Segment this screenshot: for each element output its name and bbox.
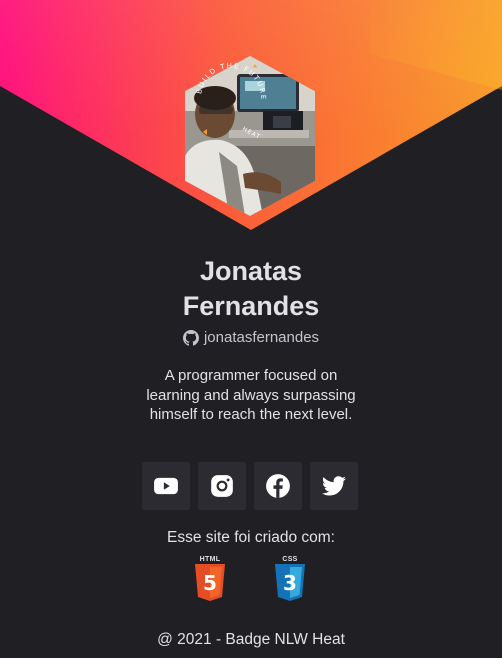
badge-ring-text: BUILD THE FUTURE (195, 62, 265, 101)
css3-number: 3 (283, 571, 297, 595)
username-text: jonatasfernandes (203, 329, 320, 346)
built-with-label: Esse site foi criado com: (167, 529, 335, 546)
instagram-button[interactable] (198, 462, 246, 510)
svg-text:BUILD THE FUTURE: BUILD THE FUTURE (195, 62, 267, 101)
badge-page: BUILD THE FUTURE HEAT Jonatas Fernandes … (0, 0, 502, 658)
github-icon (182, 329, 199, 346)
profile-bio: A programmer focused on learning and alw… (146, 367, 356, 423)
profile-name-last: Fernandes (182, 291, 320, 321)
instagram-icon (211, 475, 233, 497)
youtube-icon (154, 477, 178, 495)
social-links (142, 462, 358, 510)
build-the-future-badge: BUILD THE FUTURE HEAT (195, 62, 267, 140)
facebook-icon (266, 474, 290, 498)
avatar: BUILD THE FUTURE HEAT (185, 56, 315, 216)
css3-icon: 3 (275, 564, 305, 601)
github-username[interactable]: jonatasfernandes (0, 329, 502, 346)
profile-name: Jonatas Fernandes (0, 254, 502, 324)
twitter-button[interactable] (310, 462, 358, 510)
css3-label: CSS (282, 556, 298, 563)
html5-icon: 5 (195, 564, 225, 601)
html5-label: HTML (199, 556, 221, 563)
badge-inner-text: HEAT (241, 126, 262, 140)
youtube-button[interactable] (142, 462, 190, 510)
facebook-button[interactable] (254, 462, 302, 510)
profile-name-first: Jonatas (199, 256, 303, 286)
html5-badge: HTML 5 (193, 555, 227, 607)
twitter-icon (322, 476, 346, 496)
html5-number: 5 (203, 571, 217, 595)
css3-badge: CSS 3 (273, 555, 307, 607)
footer-text: @ 2021 - Badge NLW Heat (157, 631, 345, 648)
